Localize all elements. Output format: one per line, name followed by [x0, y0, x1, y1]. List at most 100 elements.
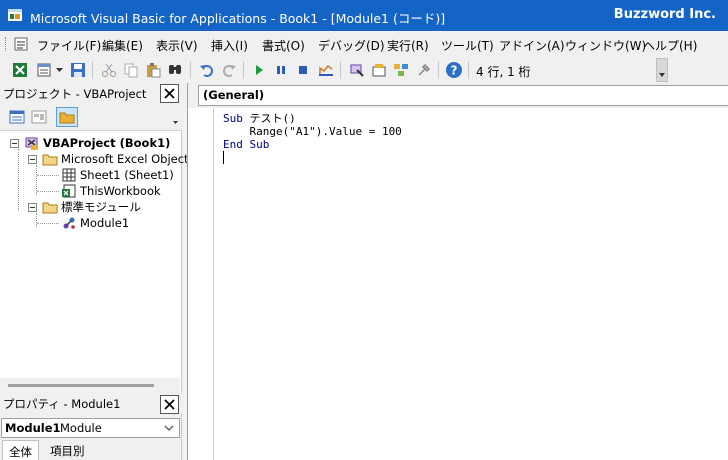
- redo-icon[interactable]: [218, 59, 240, 81]
- menu-bar: ファイル(F) 編集(E) 表示(V) 挿入(I) 書式(O) デバッグ(D) …: [0, 31, 728, 57]
- properties-icon[interactable]: [368, 59, 390, 81]
- toolbar-separator: [438, 61, 439, 79]
- toolbar-overflow-button[interactable]: [656, 58, 668, 82]
- menu-addins[interactable]: アドイン(A): [499, 37, 565, 54]
- code-keyword: End Sub: [223, 138, 270, 151]
- undo-icon[interactable]: [196, 59, 218, 81]
- code-editor[interactable]: Sub テスト() Range("A1").Value = 100 End Su…: [223, 112, 402, 151]
- view-code-icon: [9, 110, 25, 124]
- code-margin[interactable]: [188, 108, 214, 460]
- menu-run[interactable]: 実行(R): [387, 37, 429, 54]
- toggle-folders-button[interactable]: [56, 107, 78, 127]
- code-line: Range("A1").Value = 100: [223, 125, 402, 138]
- svg-text:?: ?: [451, 64, 458, 78]
- object-type: Module: [60, 421, 102, 435]
- properties-object-select[interactable]: Module1 Module: [1, 418, 180, 438]
- tree-item-label: Module1: [80, 216, 130, 230]
- menu-grip[interactable]: [5, 37, 8, 51]
- menu-format[interactable]: 書式(O): [262, 37, 305, 54]
- toolbar-separator: [243, 61, 244, 79]
- project-pane-close-button[interactable]: [160, 84, 179, 103]
- properties-tabs: 全体 項目別: [0, 440, 180, 460]
- insert-dropdown-icon[interactable]: [53, 59, 65, 81]
- menu-edit[interactable]: 編集(E): [102, 37, 143, 54]
- tab-categorized[interactable]: 項目別: [44, 440, 91, 460]
- tree-item-excel-objects[interactable]: Microsoft Excel Objects: [42, 151, 195, 167]
- view-object-button[interactable]: [28, 107, 50, 127]
- properties-pane-title: プロパティ - Module1: [3, 397, 121, 411]
- menu-debug[interactable]: デバッグ(D): [318, 37, 385, 54]
- menu-file[interactable]: ファイル(F): [37, 37, 101, 54]
- toolbar-separator: [468, 61, 469, 79]
- tree-item-label: Sheet1 (Sheet1): [80, 168, 174, 182]
- object-combobox[interactable]: (General): [198, 85, 728, 106]
- view-code-button[interactable]: [6, 107, 28, 127]
- tree-item-label: VBAProject (Book1): [43, 136, 171, 150]
- tree-collapse-toggle[interactable]: [28, 203, 37, 212]
- excel-view-icon[interactable]: [9, 59, 31, 81]
- standard-toolbar: ? 4 行, 1 桁: [0, 57, 668, 83]
- break-icon[interactable]: [270, 59, 292, 81]
- project-explorer-icon[interactable]: [346, 59, 368, 81]
- copy-icon[interactable]: [120, 59, 142, 81]
- brand-label: Buzzword Inc.: [613, 7, 716, 22]
- reset-icon[interactable]: [292, 59, 314, 81]
- code-text: テスト(): [242, 112, 296, 125]
- code-text: Range("A1").Value = 100: [223, 125, 402, 138]
- vbaproject-icon: [25, 137, 38, 150]
- tree-collapse-toggle[interactable]: [10, 139, 19, 148]
- code-line: Sub テスト(): [223, 112, 402, 125]
- object-browser-icon[interactable]: [390, 59, 412, 81]
- tree-item-label: Microsoft Excel Objects: [61, 152, 195, 166]
- tree-connector: [37, 191, 59, 192]
- code-keyword: Sub: [223, 112, 243, 125]
- cut-icon[interactable]: [98, 59, 120, 81]
- chevron-down-icon: [164, 425, 174, 431]
- tree-item-sheet1[interactable]: Sheet1 (Sheet1): [61, 167, 174, 183]
- code-line: End Sub: [223, 138, 402, 151]
- save-icon[interactable]: [67, 59, 89, 81]
- view-object-icon: [31, 110, 47, 124]
- toolbar-separator: [92, 61, 93, 79]
- tab-alphabetic[interactable]: 全体: [2, 440, 39, 460]
- module-icon: [63, 217, 75, 229]
- tree-item-label: ThisWorkbook: [80, 184, 161, 198]
- run-icon[interactable]: [248, 59, 270, 81]
- pane-toolbar-overflow-icon[interactable]: [172, 111, 179, 127]
- menu-view[interactable]: 表示(V): [156, 37, 198, 54]
- design-mode-icon[interactable]: [315, 59, 337, 81]
- code-window-icon[interactable]: [13, 36, 29, 52]
- menu-help[interactable]: ヘルプ(H): [643, 37, 697, 54]
- insert-module-icon[interactable]: [33, 59, 55, 81]
- menu-tools[interactable]: ツール(T): [441, 37, 494, 54]
- object-name: Module1: [5, 421, 61, 435]
- title-bar: Microsoft Visual Basic for Applications …: [0, 0, 728, 31]
- menu-insert[interactable]: 挿入(I): [211, 37, 248, 54]
- properties-pane-close-button[interactable]: [160, 395, 179, 414]
- code-window: (General) Sub テスト() Range("A1").Value = …: [187, 83, 728, 460]
- project-tree-hscrollbar[interactable]: [0, 378, 180, 393]
- folder-icon: [42, 154, 58, 166]
- paste-icon[interactable]: [142, 59, 164, 81]
- tree-collapse-toggle[interactable]: [28, 155, 37, 164]
- toolbox-icon[interactable]: [413, 59, 435, 81]
- tree-item-thisworkbook[interactable]: ThisWorkbook: [61, 183, 161, 199]
- tree-item-standard-modules[interactable]: 標準モジュール: [42, 199, 141, 215]
- project-explorer-pane: プロジェクト - VBAProject VBAProject (Book1) M…: [0, 83, 195, 393]
- folder-icon: [59, 112, 75, 124]
- help-icon[interactable]: ?: [443, 59, 465, 81]
- tree-item-module1[interactable]: Module1: [61, 215, 129, 231]
- scrollbar-thumb[interactable]: [8, 384, 154, 387]
- project-pane-toolbar: [0, 103, 182, 131]
- toolbar-separator: [340, 61, 341, 79]
- project-tree: VBAProject (Book1) Microsoft Excel Objec…: [0, 131, 195, 373]
- tree-item-vbaproject[interactable]: VBAProject (Book1): [24, 135, 170, 151]
- find-icon[interactable]: [164, 59, 186, 81]
- window-title: Microsoft Visual Basic for Applications …: [30, 11, 446, 26]
- close-icon: [164, 399, 175, 410]
- menu-window[interactable]: ウィンドウ(W): [565, 37, 646, 54]
- properties-pane-titlebar: プロパティ - Module1: [0, 393, 182, 414]
- code-window-header: (General): [188, 83, 728, 108]
- toolbar-separator: [190, 61, 191, 79]
- tree-connector: [18, 149, 19, 211]
